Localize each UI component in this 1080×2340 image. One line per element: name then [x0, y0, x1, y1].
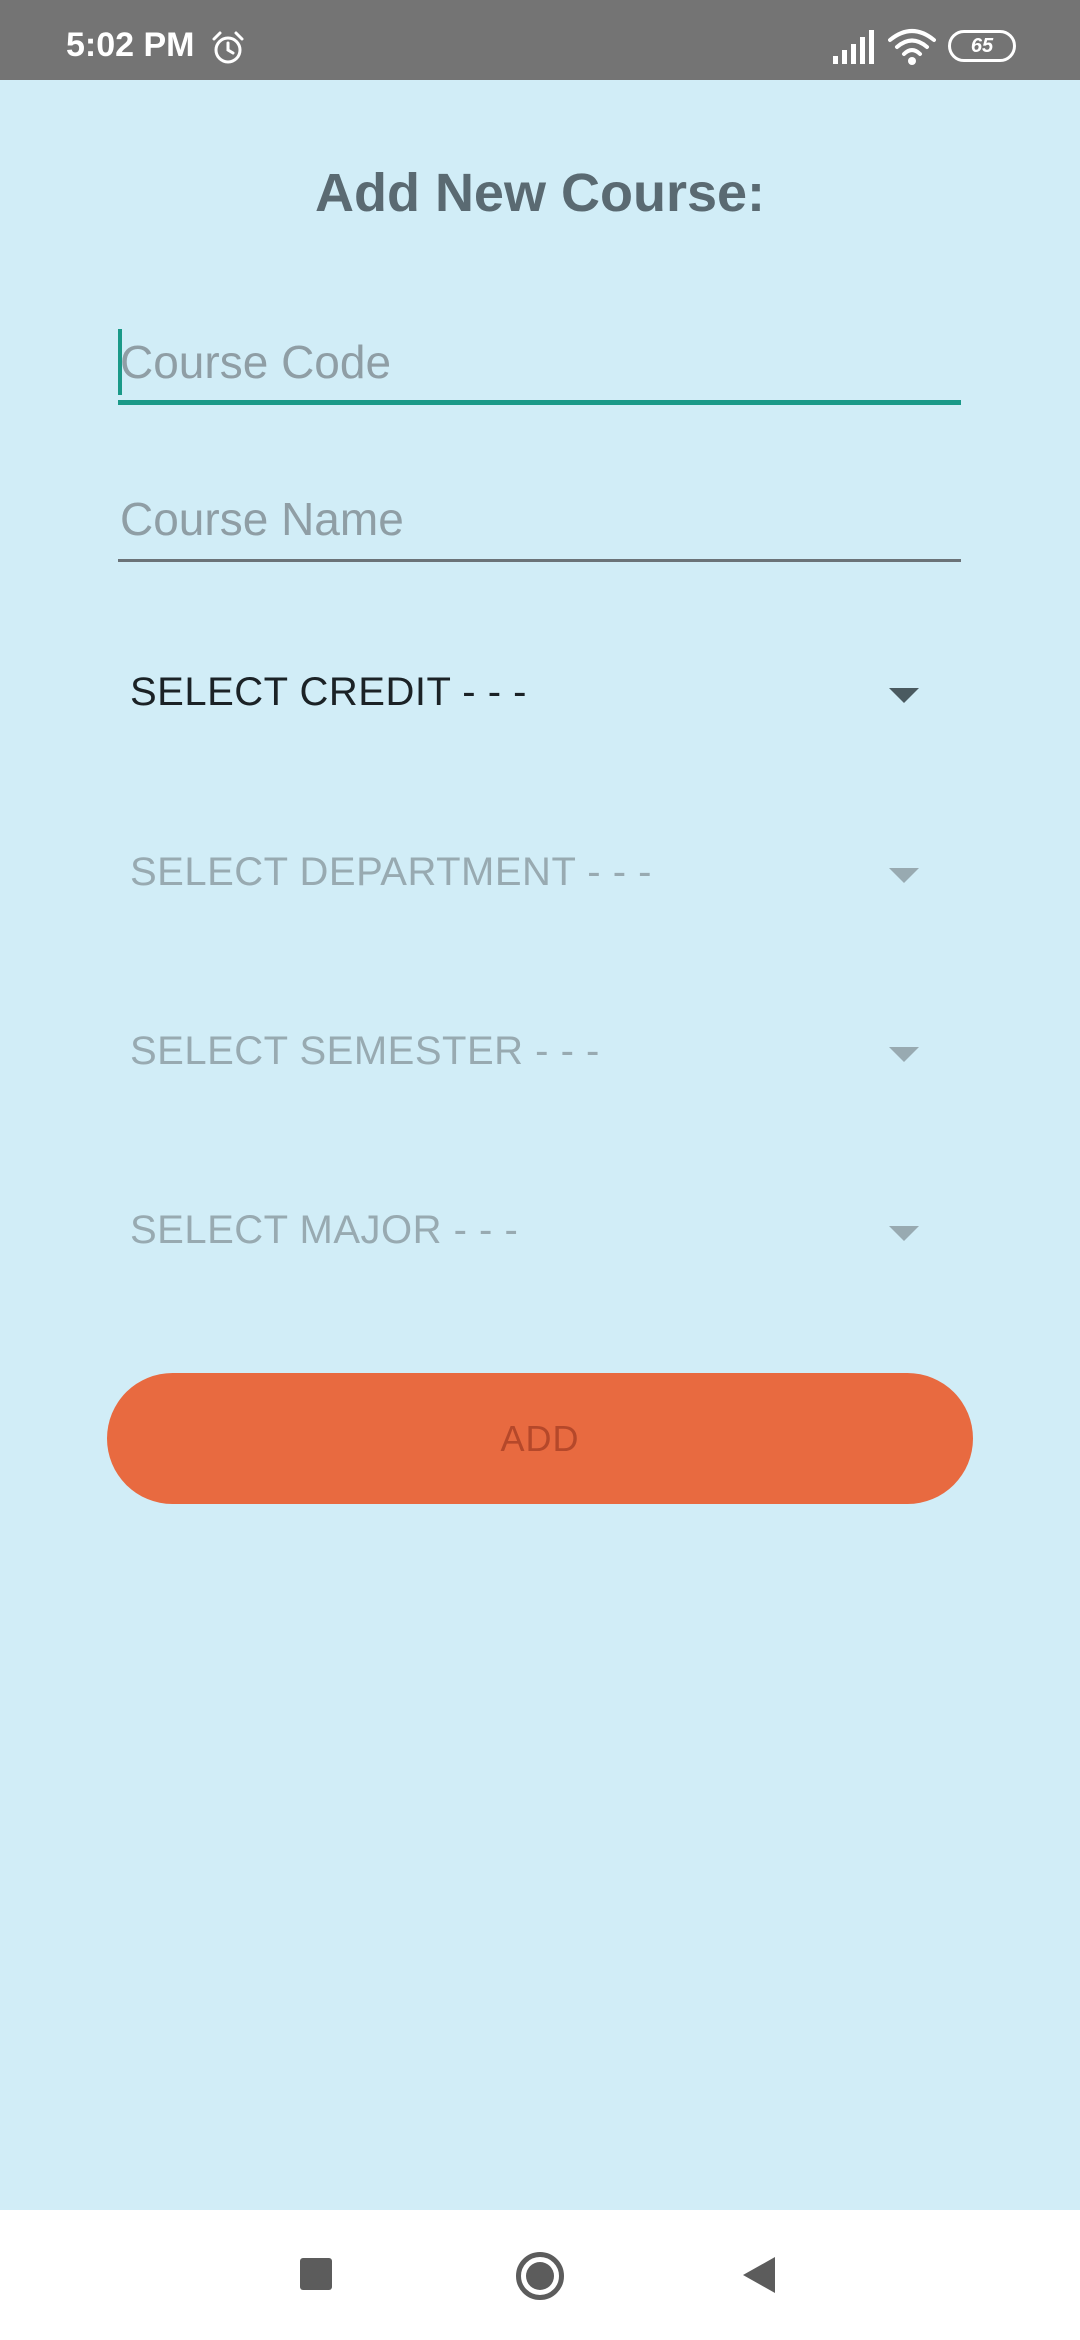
course-code-underline [118, 400, 961, 405]
course-name-placeholder: Course Name [120, 493, 404, 545]
navigation-bar [0, 2210, 1080, 2340]
status-bar: 5:02 PM 65 [0, 0, 1080, 80]
department-spinner[interactable]: SELECT DEPARTMENT - - - [118, 818, 961, 928]
semester-dropdown-arrow-icon [889, 1047, 919, 1062]
major-dropdown-arrow-icon [889, 1226, 919, 1241]
alarm-icon [212, 31, 244, 64]
recent-apps-icon[interactable] [300, 2258, 332, 2290]
course-code-placeholder: Course Code [120, 336, 392, 388]
wifi-icon [888, 29, 936, 65]
battery-icon: 65 [948, 30, 1016, 62]
back-icon[interactable] [743, 2257, 775, 2293]
credit-spinner[interactable]: SELECT CREDIT - - - [118, 638, 961, 748]
course-code-field[interactable]: Course Code [118, 325, 961, 405]
major-spinner[interactable]: SELECT MAJOR - - - [118, 1176, 961, 1286]
status-time: 5:02 PM [66, 26, 195, 64]
add-button[interactable]: ADD [107, 1373, 973, 1504]
semester-spinner[interactable]: SELECT SEMESTER - - - [118, 997, 961, 1107]
department-dropdown-arrow-icon [889, 868, 919, 883]
signal-icon [833, 30, 874, 64]
department-spinner-label: SELECT DEPARTMENT - - - [130, 850, 652, 894]
page-title: Add New Course: [314, 163, 766, 223]
semester-spinner-label: SELECT SEMESTER - - - [130, 1029, 600, 1073]
home-icon[interactable] [516, 2252, 564, 2300]
major-spinner-label: SELECT MAJOR - - - [130, 1208, 519, 1252]
course-name-field[interactable]: Course Name [118, 482, 961, 562]
course-name-underline [118, 559, 961, 562]
credit-spinner-label: SELECT CREDIT - - - [130, 670, 527, 714]
credit-dropdown-arrow-icon [889, 688, 919, 703]
